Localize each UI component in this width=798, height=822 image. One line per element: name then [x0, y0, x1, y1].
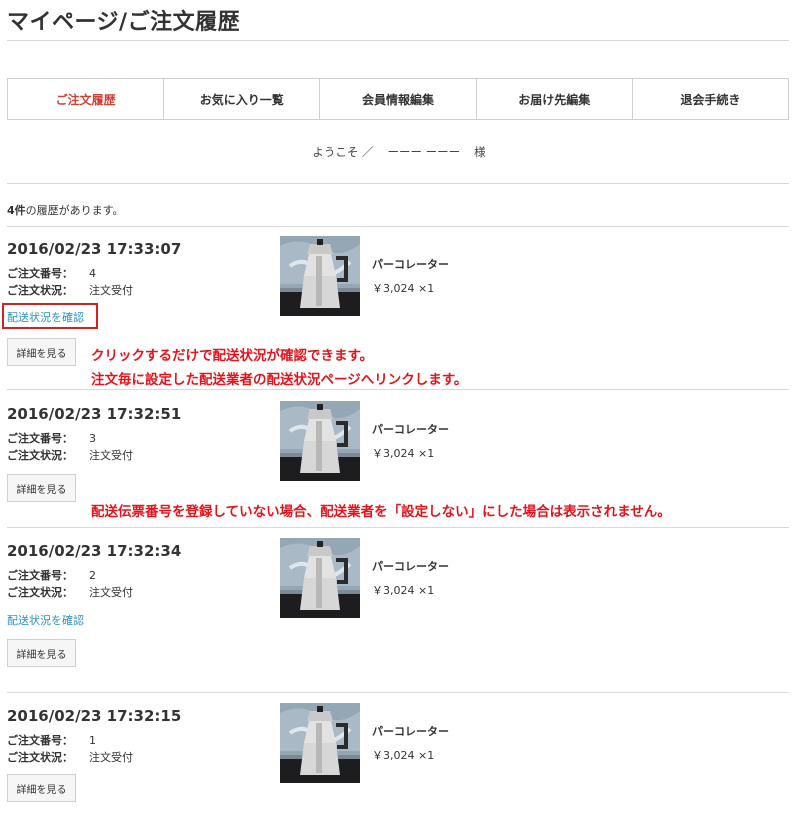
history-count-number: 4件 — [7, 204, 26, 217]
order-divider — [7, 389, 789, 390]
welcome-suffix: 様 — [474, 145, 486, 159]
product-image[interactable] — [280, 236, 360, 316]
page-title: マイページ/ご注文履歴 — [7, 10, 241, 35]
order-number-value: 3 — [89, 432, 96, 445]
welcome-message: ようこそ ／ ーーー ーーー様 — [0, 144, 798, 160]
mypage-tabs: ご注文履歴 お気に入り一覧 会員情報編集 お届け先編集 退会手続き — [7, 78, 789, 120]
track-link-highlight — [2, 303, 98, 329]
tab-withdraw[interactable]: 退会手続き — [633, 79, 788, 119]
order-number-value: 2 — [89, 569, 96, 582]
order-number-label: ご注文番号： — [7, 432, 73, 445]
product-price: ￥3,024 ×1 — [372, 749, 435, 762]
order-number: ご注文番号： 3 — [7, 430, 96, 446]
product-image[interactable] — [280, 703, 360, 783]
product-image[interactable] — [280, 538, 360, 618]
product-price: ￥3,024 ×1 — [372, 584, 435, 597]
product-name: パーコレーター — [372, 725, 449, 738]
detail-button[interactable]: 詳細を見る — [7, 774, 76, 802]
welcome-name: ーーー ーーー — [387, 145, 461, 159]
order-number-label: ご注文番号： — [7, 569, 73, 582]
welcome-divider — [7, 183, 789, 184]
order-datetime: 2016/02/23 17:32:34 — [7, 542, 182, 560]
history-count-text: の履歴があります。 — [25, 204, 124, 217]
product-image[interactable] — [280, 401, 360, 481]
product-price: ￥3,024 ×1 — [372, 282, 435, 295]
order-number-label: ご注文番号： — [7, 734, 73, 747]
annotation-note3: 配送伝票番号を登録していない場合、配送業者を「設定しない」にした場合は表示されま… — [91, 504, 671, 520]
percolator-icon — [280, 538, 360, 618]
order-divider — [7, 692, 789, 693]
product-name: パーコレーター — [372, 560, 449, 573]
order-status-label: ご注文状況： — [7, 751, 73, 764]
annotation-note1: クリックするだけで配送状況が確認できます。 — [91, 348, 374, 364]
order-status-label: ご注文状況： — [7, 449, 73, 462]
order-status: ご注文状況： 注文受付 — [7, 749, 133, 765]
detail-button[interactable]: 詳細を見る — [7, 474, 76, 502]
order-status-value: 注文受付 — [89, 751, 133, 764]
order-status: ご注文状況： 注文受付 — [7, 447, 133, 463]
count-divider — [7, 226, 789, 227]
title-divider — [7, 40, 789, 41]
order-number-label: ご注文番号： — [7, 267, 73, 280]
welcome-prefix: ようこそ ／ — [312, 145, 374, 159]
history-count: 4件の履歴があります。 — [7, 202, 124, 218]
order-status-value: 注文受付 — [89, 586, 133, 599]
detail-button[interactable]: 詳細を見る — [7, 338, 76, 366]
order-datetime: 2016/02/23 17:33:07 — [7, 240, 182, 258]
order-divider — [7, 527, 789, 528]
order-status-label: ご注文状況： — [7, 586, 73, 599]
tab-order-history[interactable]: ご注文履歴 — [8, 79, 165, 119]
percolator-icon — [280, 236, 360, 316]
order-status-value: 注文受付 — [89, 284, 133, 297]
percolator-icon — [280, 401, 360, 481]
tab-favorites[interactable]: お気に入り一覧 — [164, 79, 321, 119]
detail-button[interactable]: 詳細を見る — [7, 639, 76, 667]
track-shipment-link[interactable]: 配送状況を確認 — [7, 612, 84, 628]
order-status: ご注文状況： 注文受付 — [7, 584, 133, 600]
order-datetime: 2016/02/23 17:32:51 — [7, 405, 182, 423]
order-number: ご注文番号： 2 — [7, 567, 96, 583]
order-datetime: 2016/02/23 17:32:15 — [7, 707, 182, 725]
product-price: ￥3,024 ×1 — [372, 447, 435, 460]
tab-member-info[interactable]: 会員情報編集 — [320, 79, 477, 119]
product-name: パーコレーター — [372, 423, 449, 436]
product-name: パーコレーター — [372, 258, 449, 271]
order-number: ご注文番号： 1 — [7, 732, 96, 748]
tab-delivery-address[interactable]: お届け先編集 — [477, 79, 633, 119]
annotation-note2: 注文毎に設定した配送業者の配送状況ページへリンクします。 — [91, 372, 468, 388]
order-status: ご注文状況： 注文受付 — [7, 282, 133, 298]
order-status-value: 注文受付 — [89, 449, 133, 462]
order-status-label: ご注文状況： — [7, 284, 73, 297]
order-number: ご注文番号： 4 — [7, 265, 96, 281]
order-number-value: 4 — [89, 267, 96, 280]
percolator-icon — [280, 703, 360, 783]
order-number-value: 1 — [89, 734, 96, 747]
